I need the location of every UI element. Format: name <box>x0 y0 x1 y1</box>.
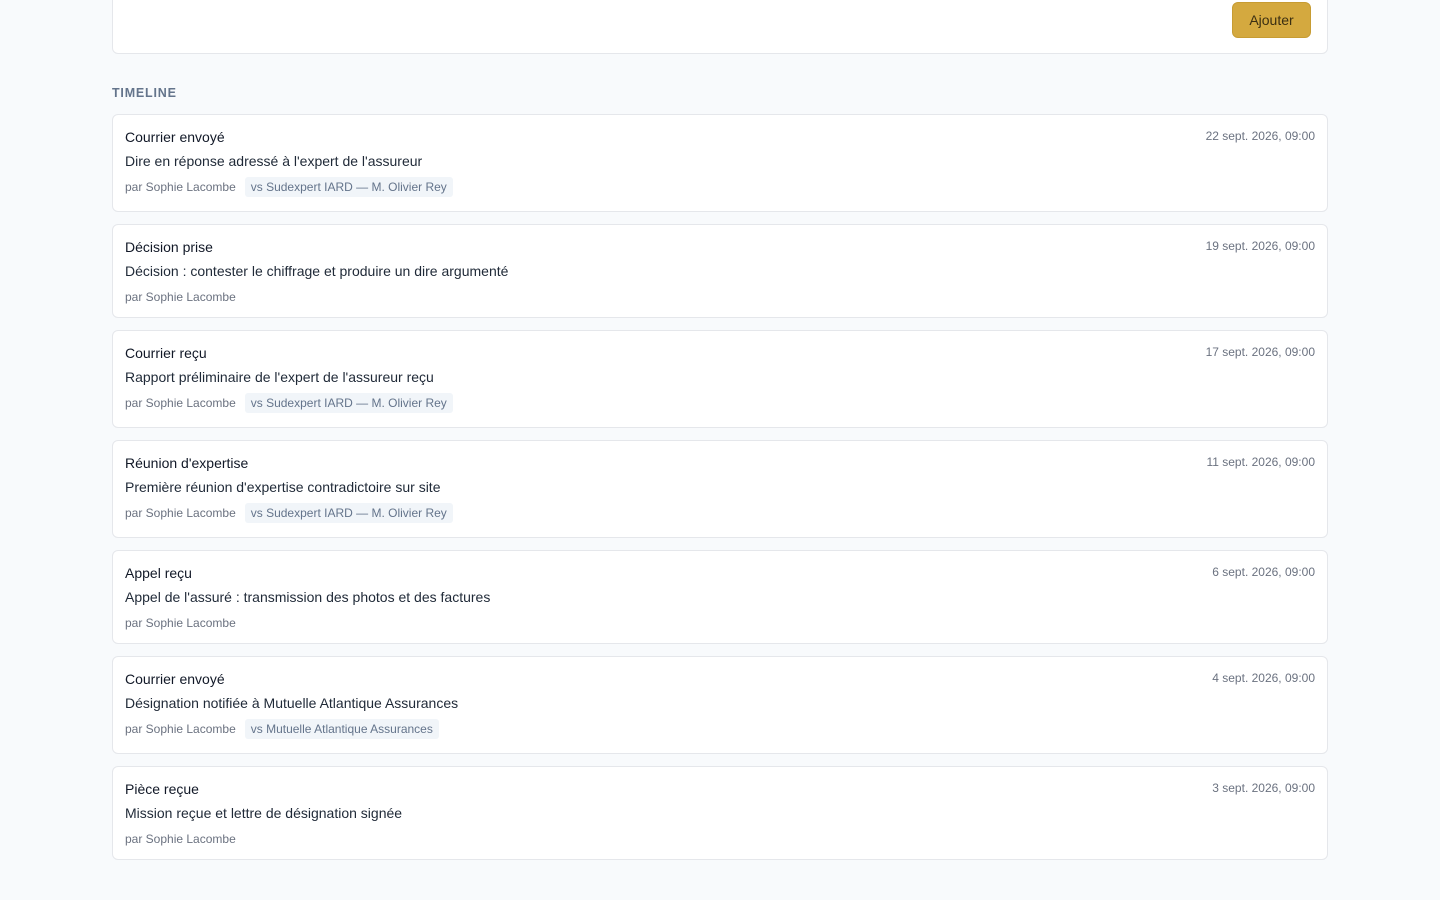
entry-author: par Sophie Lacombe <box>125 290 236 304</box>
entry-description: Dire en réponse adressé à l'expert de l'… <box>125 153 423 169</box>
entry-tag[interactable]: vs Sudexpert IARD — M. Olivier Rey <box>244 503 453 523</box>
entry-description: Rapport préliminaire de l'expert de l'as… <box>125 369 434 385</box>
entry-author: par Sophie Lacombe <box>125 722 236 736</box>
entry-description: Mission reçue et lettre de désignation s… <box>125 805 403 821</box>
entry-date: 6 sept. 2026, 09:00 <box>1212 565 1315 579</box>
entry-date: 3 sept. 2026, 09:00 <box>1212 781 1315 795</box>
entry-author: par Sophie Lacombe <box>125 506 236 520</box>
timeline-entry[interactable]: Courrier reçu 17 sept. 2026, 09:00 Rappo… <box>112 330 1328 428</box>
add-entry-panel: Ajouter <box>112 0 1328 54</box>
entry-tag[interactable]: vs Sudexpert IARD — M. Olivier Rey <box>244 177 453 197</box>
entry-type: Courrier envoyé <box>125 129 225 145</box>
entry-meta: par Sophie Lacombe vs Sudexpert IARD — M… <box>125 177 1315 197</box>
entry-tag[interactable]: vs Sudexpert IARD — M. Olivier Rey <box>244 393 453 413</box>
entry-description: Première réunion d'expertise contradicto… <box>125 479 441 495</box>
entry-meta: par Sophie Lacombe <box>125 829 1315 849</box>
entry-description: Appel de l'assuré : transmission des pho… <box>125 589 491 605</box>
timeline-entry[interactable]: Courrier envoyé 22 sept. 2026, 09:00 Dir… <box>112 114 1328 212</box>
entry-date: 22 sept. 2026, 09:00 <box>1205 129 1315 143</box>
entry-type: Courrier envoyé <box>125 671 225 687</box>
add-button[interactable]: Ajouter <box>1232 2 1311 38</box>
timeline-entry[interactable]: Appel reçu 6 sept. 2026, 09:00 Appel de … <box>112 550 1328 644</box>
timeline-entry[interactable]: Pièce reçue 3 sept. 2026, 09:00 Mission … <box>112 766 1328 860</box>
entry-date: 11 sept. 2026, 09:00 <box>1206 455 1315 469</box>
entry-author: par Sophie Lacombe <box>125 396 236 410</box>
entry-meta: par Sophie Lacombe vs Sudexpert IARD — M… <box>125 503 1315 523</box>
entry-author: par Sophie Lacombe <box>125 616 236 630</box>
entry-type: Réunion d'expertise <box>125 455 249 471</box>
entry-author: par Sophie Lacombe <box>125 180 236 194</box>
entry-date: 17 sept. 2026, 09:00 <box>1205 345 1315 359</box>
timeline-title: TIMELINE <box>112 86 177 100</box>
entry-description: Décision : contester le chiffrage et pro… <box>125 263 509 279</box>
entry-description: Désignation notifiée à Mutuelle Atlantiq… <box>125 695 459 711</box>
timeline-entry[interactable]: Décision prise 19 sept. 2026, 09:00 Déci… <box>112 224 1328 318</box>
entry-author: par Sophie Lacombe <box>125 832 236 846</box>
entry-meta: par Sophie Lacombe vs Sudexpert IARD — M… <box>125 393 1315 413</box>
entry-type: Courrier reçu <box>125 345 207 361</box>
entry-meta: par Sophie Lacombe vs Mutuelle Atlantiqu… <box>125 719 1315 739</box>
entry-meta: par Sophie Lacombe <box>125 287 1315 307</box>
entry-type: Pièce reçue <box>125 781 199 797</box>
timeline-entry[interactable]: Réunion d'expertise 11 sept. 2026, 09:00… <box>112 440 1328 538</box>
entry-type: Appel reçu <box>125 565 192 581</box>
entry-date: 4 sept. 2026, 09:00 <box>1212 671 1315 685</box>
timeline-list: Courrier envoyé 22 sept. 2026, 09:00 Dir… <box>112 114 1328 872</box>
entry-meta: par Sophie Lacombe <box>125 613 1315 633</box>
entry-tag[interactable]: vs Mutuelle Atlantique Assurances <box>244 719 439 739</box>
timeline-entry[interactable]: Courrier envoyé 4 sept. 2026, 09:00 Dési… <box>112 656 1328 754</box>
entry-type: Décision prise <box>125 239 213 255</box>
entry-date: 19 sept. 2026, 09:00 <box>1205 239 1315 253</box>
